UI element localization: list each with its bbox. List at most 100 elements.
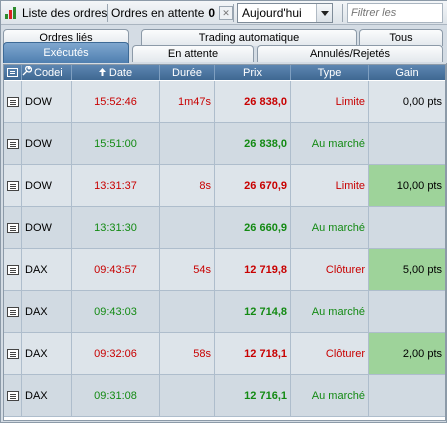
order-details-icon[interactable] xyxy=(6,390,19,401)
filter-input[interactable] xyxy=(348,4,442,22)
column-header-price[interactable]: Prix xyxy=(215,65,291,80)
tab-executed[interactable]: Exécutés xyxy=(3,42,129,63)
type-cell: Au marché xyxy=(291,123,369,164)
table-header: Codei Date Durée Prix Type Gain xyxy=(4,65,445,80)
list-icon xyxy=(7,68,18,77)
gain-cell: 5,00 pts xyxy=(369,249,445,290)
time-cell: 09:43:57 xyxy=(72,249,160,290)
orders-list-label: Liste des ordres xyxy=(22,6,108,20)
code-cell: DAX xyxy=(22,249,72,290)
type-cell: Clôturer xyxy=(291,333,369,374)
time-cell: 09:31:08 xyxy=(72,375,160,416)
order-details-icon[interactable] xyxy=(6,180,19,191)
duration-cell xyxy=(160,291,215,332)
code-cell: DAX xyxy=(22,291,72,332)
wrench-icon xyxy=(22,65,33,79)
time-cell: 13:31:37 xyxy=(72,165,160,206)
table-row[interactable]: DOW 15:51:00 26 838,0 Au marché xyxy=(4,123,445,165)
toolbar-divider xyxy=(233,4,234,22)
order-details-icon[interactable] xyxy=(6,306,19,317)
table-row[interactable]: DOW 13:31:30 26 660,9 Au marché xyxy=(4,207,445,249)
table-row[interactable]: DAX 09:31:08 12 716,1 Au marché xyxy=(4,375,445,417)
column-header-code-label: Codei xyxy=(34,66,63,79)
price-cell: 26 660,9 xyxy=(215,207,291,248)
tabs-area: Ordres liés Trading automatique Tous Exé… xyxy=(1,25,447,63)
row-details-cell xyxy=(4,81,22,122)
code-cell: DOW xyxy=(22,207,72,248)
price-cell: 12 714,8 xyxy=(215,291,291,332)
price-cell: 12 719,8 xyxy=(215,249,291,290)
toolbar-divider xyxy=(107,4,108,22)
gain-cell: 2,00 pts xyxy=(369,333,445,374)
order-details-icon[interactable] xyxy=(6,138,19,149)
code-cell: DAX xyxy=(22,333,72,374)
toolbar-divider xyxy=(342,4,343,22)
table-row[interactable]: DAX 09:32:06 58s 12 718,1 Clôturer 2,00 pts xyxy=(4,333,445,375)
period-select[interactable]: Aujourd'hui xyxy=(237,3,333,23)
type-cell: Clôturer xyxy=(291,249,369,290)
pending-orders-count: 0 xyxy=(208,6,216,20)
time-cell: 15:52:46 xyxy=(72,81,160,122)
table-row[interactable]: DOW 13:31:37 8s 26 670,9 Limite 10,00 pts xyxy=(4,165,445,207)
duration-cell xyxy=(160,207,215,248)
code-cell: DOW xyxy=(22,81,72,122)
duration-cell: 54s xyxy=(160,249,215,290)
row-details-cell xyxy=(4,165,22,206)
time-cell: 09:32:06 xyxy=(72,333,160,374)
column-header-type[interactable]: Type xyxy=(291,65,369,80)
table-row[interactable]: DAX 09:43:57 54s 12 719,8 Clôturer 5,00 pts xyxy=(4,249,445,291)
column-header-duration[interactable]: Durée xyxy=(160,65,215,80)
toolbar: Liste des ordres Ordres en attente 0 ✕ A… xyxy=(1,1,447,25)
duration-cell: 8s xyxy=(160,165,215,206)
gain-cell xyxy=(369,123,445,164)
order-details-icon[interactable] xyxy=(6,264,19,275)
pending-orders-label: Ordres en attente xyxy=(111,6,205,20)
filter-field[interactable] xyxy=(347,3,443,23)
orders-list-icon xyxy=(4,6,18,20)
column-header-gain[interactable]: Gain xyxy=(369,65,445,80)
tab-cancelled-rejected[interactable]: Annulés/Rejetés xyxy=(257,45,443,62)
order-details-icon[interactable] xyxy=(6,96,19,107)
row-details-cell xyxy=(4,333,22,374)
column-header-details[interactable] xyxy=(4,65,22,80)
type-cell: Au marché xyxy=(291,375,369,416)
code-cell: DOW xyxy=(22,123,72,164)
tab-all[interactable]: Tous xyxy=(359,29,443,46)
tab-pending[interactable]: En attente xyxy=(132,45,254,62)
time-cell: 15:51:00 xyxy=(72,123,160,164)
table-row[interactable]: DOW 15:52:46 1m47s 26 838,0 Limite 0,00 pts xyxy=(4,81,445,123)
column-header-date[interactable]: Date xyxy=(72,65,160,80)
row-details-cell xyxy=(4,291,22,332)
gain-cell xyxy=(369,207,445,248)
orders-list-button[interactable]: Liste des ordres xyxy=(4,1,107,25)
gain-cell xyxy=(369,291,445,332)
duration-cell xyxy=(160,123,215,164)
chevron-down-icon[interactable] xyxy=(316,4,332,22)
type-cell: Au marché xyxy=(291,207,369,248)
orders-table: Codei Date Durée Prix Type Gain DOW 15:52… xyxy=(3,64,446,421)
code-cell: DAX xyxy=(22,375,72,416)
orders-window: Liste des ordres Ordres en attente 0 ✕ A… xyxy=(0,0,447,423)
table-row[interactable]: DAX 09:43:03 12 714,8 Au marché xyxy=(4,291,445,333)
time-cell: 13:31:30 xyxy=(72,207,160,248)
order-details-icon[interactable] xyxy=(6,222,19,233)
order-details-icon[interactable] xyxy=(6,348,19,359)
sort-up-icon xyxy=(98,67,106,79)
code-cell: DOW xyxy=(22,165,72,206)
price-cell: 26 838,0 xyxy=(215,81,291,122)
gain-cell: 10,00 pts xyxy=(369,165,445,206)
pending-orders-button[interactable]: Ordres en attente 0 ✕ xyxy=(111,1,234,25)
tab-auto-trading[interactable]: Trading automatique xyxy=(141,29,357,46)
type-cell: Limite xyxy=(291,81,369,122)
row-details-cell xyxy=(4,375,22,416)
period-select-value: Aujourd'hui xyxy=(242,6,302,20)
row-details-cell xyxy=(4,207,22,248)
row-details-cell xyxy=(4,123,22,164)
price-cell: 12 716,1 xyxy=(215,375,291,416)
pending-orders-clear-icon[interactable]: ✕ xyxy=(219,6,234,20)
column-header-code[interactable]: Codei xyxy=(22,65,72,80)
price-cell: 12 718,1 xyxy=(215,333,291,374)
duration-cell: 1m47s xyxy=(160,81,215,122)
duration-cell: 58s xyxy=(160,333,215,374)
type-cell: Limite xyxy=(291,165,369,206)
